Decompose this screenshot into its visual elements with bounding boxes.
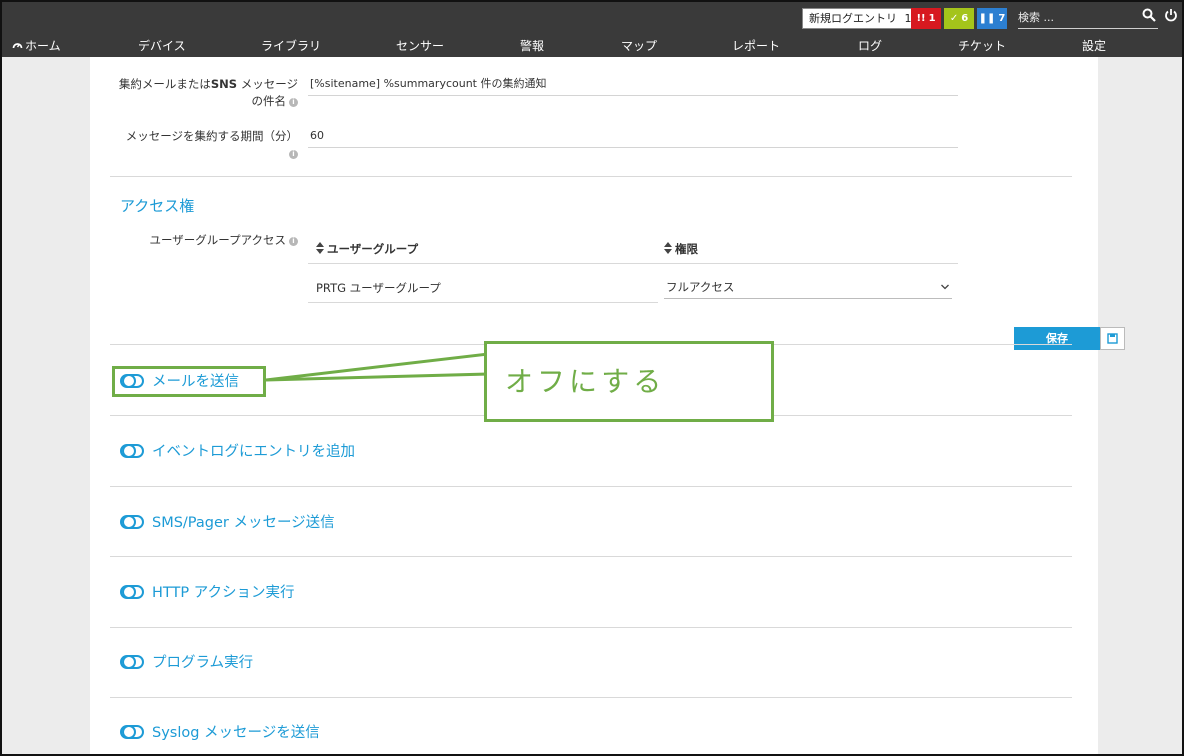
annotation-callout: オフにする bbox=[484, 341, 774, 422]
app-window: 新規ログエントリ 10 !!1 ✓6 ❚❚7 検索 ... bbox=[0, 0, 1184, 756]
annotation-highlight bbox=[112, 366, 266, 397]
